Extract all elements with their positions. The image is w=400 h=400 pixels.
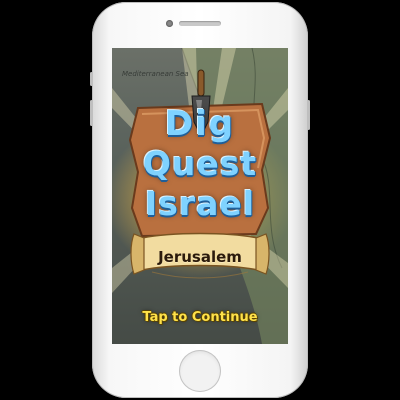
sea-label: Mediterranean Sea: [122, 70, 189, 78]
game-screen[interactable]: Mediterranean Sea Dig Quest Israel Jerus…: [112, 48, 288, 344]
title-line-2: Quest: [142, 144, 258, 183]
location-label: Jerusalem: [158, 248, 242, 266]
front-camera: [166, 20, 173, 27]
title-line-3: Israel: [144, 184, 256, 223]
home-button[interactable]: [179, 350, 221, 392]
side-button-right: [307, 100, 310, 130]
phone-frame: Mediterranean Sea Dig Quest Israel Jerus…: [90, 2, 310, 398]
side-button-left-2: [90, 100, 93, 126]
tap-to-continue-button[interactable]: Tap to Continue: [112, 310, 288, 325]
earpiece-speaker: [179, 21, 221, 26]
title-line-1: Dig: [164, 104, 236, 144]
side-button-left: [90, 72, 93, 86]
